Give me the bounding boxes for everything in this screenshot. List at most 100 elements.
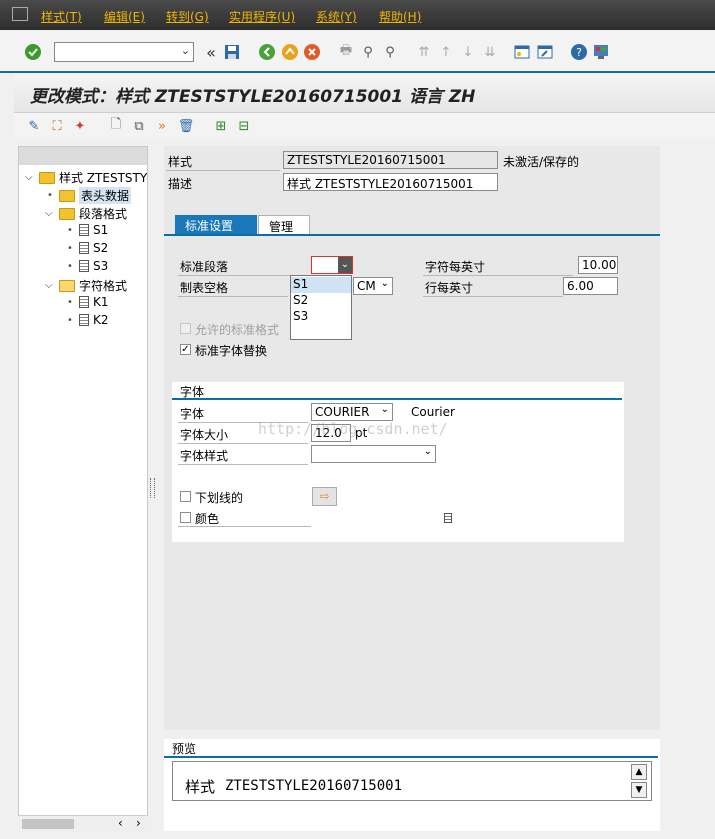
tree-header <box>19 147 147 165</box>
delete-icon[interactable]: 🗑 <box>176 116 196 136</box>
menu-goto[interactable]: 转到(G) <box>166 8 209 25</box>
menu-utilities[interactable]: 实用程序(U) <box>229 8 295 25</box>
divider <box>166 170 280 171</box>
shortcut-icon[interactable] <box>535 42 555 62</box>
tree-item-s1[interactable]: • S1 <box>67 223 108 237</box>
lpi-field[interactable]: 6.00 <box>563 277 618 295</box>
cpi-field[interactable]: 10.00 <box>578 256 618 274</box>
first-page-icon[interactable]: ⇈ <box>414 42 434 62</box>
menu-help[interactable]: 帮助(H) <box>379 8 421 25</box>
expand-icon[interactable]: ⊞ <box>211 116 231 136</box>
divider <box>178 275 308 276</box>
activate-icon[interactable]: ✦ <box>70 116 90 136</box>
display-change-icon[interactable]: ✎ <box>24 116 44 136</box>
last-page-icon[interactable]: ⇊ <box>480 42 500 62</box>
command-field[interactable]: ⌄ <box>54 42 194 62</box>
scroll-right-icon[interactable]: › <box>136 816 141 830</box>
cancel-icon[interactable] <box>302 42 322 62</box>
create-icon[interactable]: 🗋 <box>106 116 126 136</box>
description-field[interactable]: 样式 ZTESTSTYLE20160715001 <box>283 173 498 191</box>
tab-unit-select[interactable]: CM ⌄ <box>353 277 393 295</box>
tree-root[interactable]: ⌵ 样式 ZTESTSTY <box>25 169 147 186</box>
find-next-icon[interactable]: ⚲ <box>380 42 400 62</box>
menu-edit[interactable]: 编辑(E) <box>104 8 145 25</box>
chevron-down-icon[interactable]: ⌵ <box>25 172 35 183</box>
allowed-std-checkbox[interactable] <box>180 323 191 334</box>
document-icon <box>79 260 89 272</box>
divider <box>423 296 563 297</box>
tree-item-paragraph-formats[interactable]: ⌵ 段落格式 <box>45 205 127 222</box>
chevron-down-icon[interactable]: ⌄ <box>338 257 352 273</box>
collapse-all-icon[interactable]: ⊟ <box>234 116 254 136</box>
tab-management[interactable]: 管理 <box>258 215 310 235</box>
system-menu-icon[interactable] <box>12 7 28 21</box>
copy-icon[interactable]: ⧉ <box>129 116 149 136</box>
find-icon[interactable]: ⚲ <box>358 42 378 62</box>
tab-underline <box>164 234 660 236</box>
document-icon <box>79 296 89 308</box>
underline-settings-button[interactable]: ⇨ <box>312 487 337 506</box>
application-toolbar: ✎ ⛶ ✦ 🗋 ⧉ » 🗑 ⊞ ⊟ <box>14 113 715 139</box>
tree-item-s2[interactable]: • S2 <box>67 241 108 255</box>
scroll-left-icon[interactable]: ‹ <box>118 816 123 830</box>
font-style-select[interactable]: ⌄ <box>311 445 436 463</box>
tree-scrollbar[interactable]: ‹ › <box>18 815 148 833</box>
tree-item-label: S1 <box>93 223 109 237</box>
color-palette-icon[interactable] <box>444 513 452 523</box>
menu-system[interactable]: 系统(Y) <box>316 8 357 25</box>
layout-menu-icon[interactable] <box>591 42 611 62</box>
scrollbar-thumb[interactable] <box>22 819 74 829</box>
divider <box>164 756 658 758</box>
tree-item-label: 表头数据 <box>79 187 132 204</box>
color-label: 颜色 <box>195 512 220 526</box>
tree-item-s3[interactable]: • S3 <box>67 259 108 273</box>
lpi-label: 行每英寸 <box>425 281 474 295</box>
tree-item-character-formats[interactable]: ⌵ 字符格式 <box>45 277 127 294</box>
tree-item-label: 段落格式 <box>79 207 128 221</box>
tree-root-label: 样式 ZTESTSTY <box>59 171 148 185</box>
chevron-down-icon: ⌄ <box>380 278 389 289</box>
print-icon[interactable]: 🖶 <box>336 42 356 62</box>
dropdown-option-s1[interactable]: S1 <box>291 277 351 293</box>
tree-item-header-data[interactable]: • 表头数据 <box>47 187 132 204</box>
dropdown-option-s2[interactable]: S2 <box>291 293 351 309</box>
hierarchy-icon[interactable]: ⛶ <box>47 116 67 136</box>
rename-icon[interactable]: » <box>152 116 172 136</box>
menu-bar: 样式(T) 编辑(E) 转到(G) 实用程序(U) 系统(Y) 帮助(H) <box>0 0 715 30</box>
font-select[interactable]: COURIER ⌄ <box>311 403 393 421</box>
description-label: 描述 <box>168 177 193 191</box>
save-icon[interactable] <box>222 42 242 62</box>
chevron-down-icon: ⌄ <box>423 446 432 457</box>
menu-style[interactable]: 样式(T) <box>41 8 82 25</box>
next-page-icon[interactable]: ↓ <box>458 42 478 62</box>
back-icon[interactable] <box>257 42 277 62</box>
divider <box>172 398 622 400</box>
help-icon[interactable]: ? <box>569 42 589 62</box>
tree-item-label: K1 <box>93 295 109 309</box>
exit-icon[interactable] <box>280 42 300 62</box>
collapse-icon[interactable]: « <box>201 42 221 62</box>
scroll-down-icon[interactable]: ▼ <box>631 782 647 798</box>
scroll-up-icon[interactable]: ▲ <box>631 764 647 780</box>
watermark: http://blog.csdn.net/ <box>258 420 448 438</box>
std-paragraph-label: 标准段落 <box>180 260 229 274</box>
new-session-icon[interactable] <box>512 42 532 62</box>
previous-page-icon[interactable]: ↑ <box>436 42 456 62</box>
enter-icon[interactable] <box>23 42 43 62</box>
tree-item-k2[interactable]: • K2 <box>67 313 109 327</box>
tree-item-k1[interactable]: • K1 <box>67 295 109 309</box>
color-checkbox[interactable] <box>180 512 191 523</box>
font-replace-checkbox[interactable]: ✓ <box>180 344 191 355</box>
chevron-down-icon[interactable]: ⌵ <box>45 208 55 219</box>
chevron-down-icon[interactable]: ⌵ <box>45 280 55 291</box>
dropdown-option-s3[interactable]: S3 <box>291 309 351 325</box>
splitter-handle[interactable] <box>150 478 155 498</box>
font-replace-label: 标准字体替换 <box>195 344 268 358</box>
status-text: 未激活/保存的 <box>503 155 580 169</box>
tab-standard-settings[interactable]: 标准设置 <box>175 215 257 235</box>
std-paragraph-dropdown: S1 S2 S3 <box>290 275 352 340</box>
folder-icon <box>59 189 75 202</box>
std-paragraph-field[interactable]: ⌄ <box>311 256 353 274</box>
underline-checkbox[interactable] <box>180 491 191 502</box>
style-label: 样式 <box>168 155 193 169</box>
